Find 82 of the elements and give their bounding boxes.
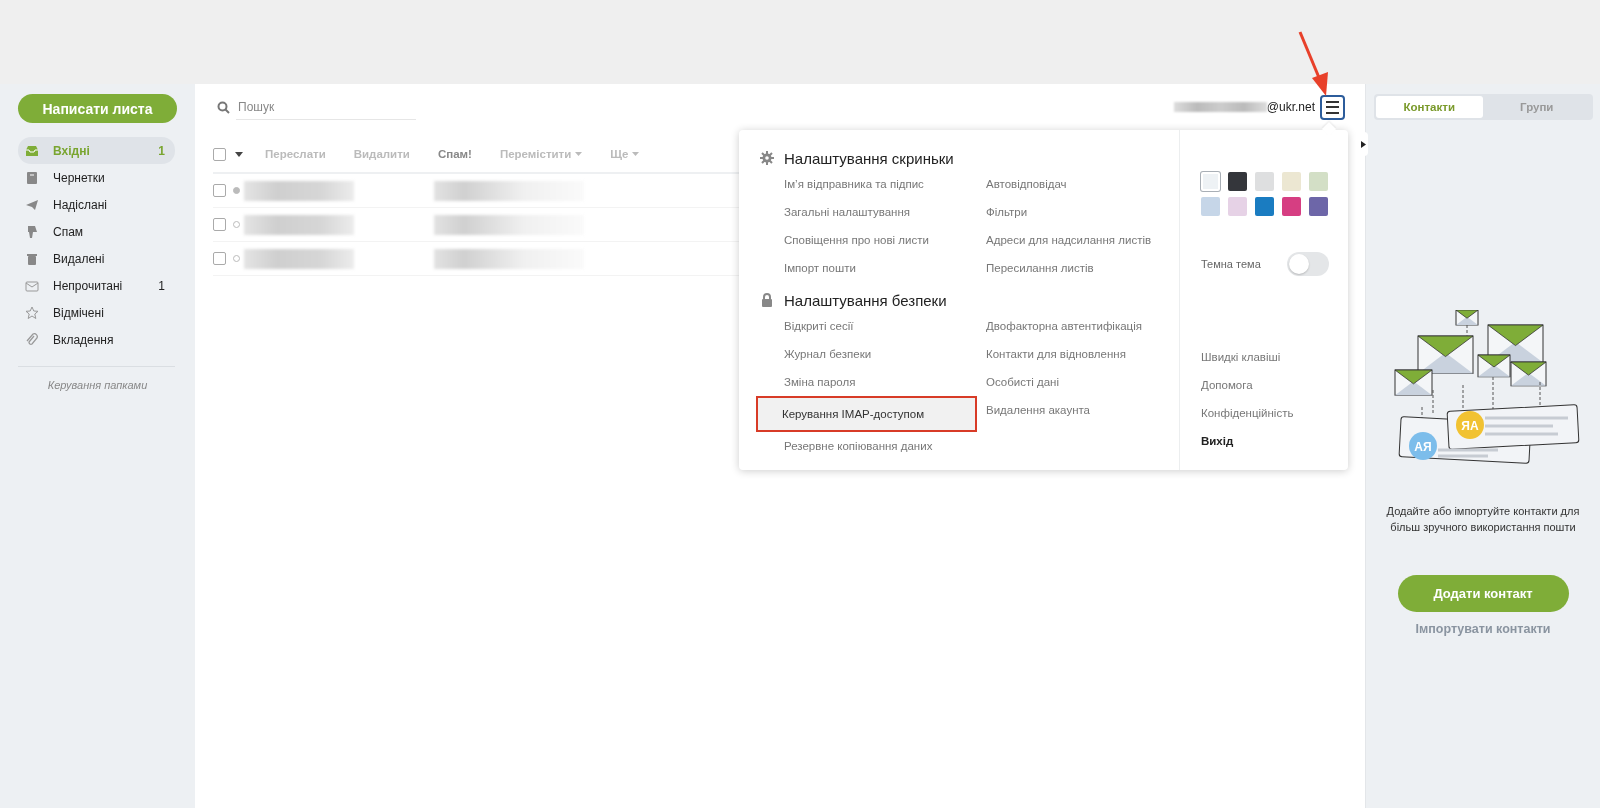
menu-link[interactable]: Конфіденційність bbox=[1201, 399, 1348, 427]
compose-button[interactable]: Написати листа bbox=[18, 94, 177, 123]
row-checkbox[interactable] bbox=[213, 218, 226, 231]
folder-item[interactable]: Відмічені bbox=[18, 299, 175, 326]
theme-swatch[interactable] bbox=[1255, 172, 1274, 191]
thumbs-down-icon bbox=[25, 224, 39, 239]
folder-label: Спам bbox=[53, 224, 85, 239]
folder-label: Вкладення bbox=[53, 332, 115, 347]
section-title: Налаштування безпеки bbox=[784, 291, 947, 309]
menu-item[interactable]: Ім’я відправника та підпис bbox=[745, 170, 947, 198]
folder-item[interactable]: Видалені bbox=[18, 245, 175, 272]
email-address: @ukr.net bbox=[1266, 100, 1315, 114]
folder-label: Надіслані bbox=[53, 197, 108, 212]
dark-theme-label: Темна тема bbox=[1201, 258, 1261, 270]
search-field[interactable]: Пошук bbox=[236, 94, 416, 120]
menu-item[interactable]: Двофакторна автентифікація bbox=[947, 312, 1157, 340]
theme-swatch[interactable] bbox=[1282, 197, 1301, 216]
menu-link[interactable]: Допомога bbox=[1201, 371, 1348, 399]
menu-item[interactable]: Контакти для відновлення bbox=[947, 340, 1157, 368]
paperclip-icon bbox=[25, 332, 39, 347]
trash-icon bbox=[25, 251, 39, 266]
folder-label: Чернетки bbox=[53, 170, 106, 185]
folder-item[interactable]: Вкладення bbox=[18, 326, 175, 353]
dark-theme-toggle[interactable] bbox=[1287, 252, 1329, 276]
folder-item[interactable]: Спам bbox=[18, 218, 175, 245]
theme-swatch[interactable] bbox=[1228, 197, 1247, 216]
contacts-hint: Додайте або імпортуйте контакти для більш зручного використання пошти bbox=[1385, 504, 1581, 535]
menu-item[interactable]: Особисті дані bbox=[947, 368, 1157, 396]
import-contacts-link[interactable]: Імпортувати контакти bbox=[1415, 622, 1551, 636]
menu-item[interactable]: Журнал безпеки bbox=[745, 340, 947, 368]
theme-swatch[interactable] bbox=[1309, 172, 1328, 191]
theme-swatch[interactable] bbox=[1255, 197, 1274, 216]
menu-item[interactable]: Пересилання листів bbox=[947, 254, 1157, 282]
folder-item[interactable]: Надіслані bbox=[18, 191, 175, 218]
menu-button[interactable] bbox=[1320, 94, 1345, 120]
menu-item[interactable]: Відкриті сесії bbox=[745, 312, 947, 340]
unread-count: 1 bbox=[158, 278, 165, 293]
caret-icon bbox=[235, 151, 243, 157]
envelope-icon bbox=[25, 278, 39, 293]
menu-link[interactable]: Швидкі клавіші bbox=[1201, 343, 1348, 371]
menu-item[interactable]: Автовідповідач bbox=[947, 170, 1157, 198]
avatar-initials: АЯ bbox=[1414, 440, 1432, 454]
row-checkbox[interactable] bbox=[213, 252, 226, 265]
menu-item[interactable]: Резервне копіювання даних bbox=[745, 432, 947, 460]
folder-item[interactable]: Непрочитані 1 bbox=[18, 272, 175, 299]
caret-icon bbox=[632, 152, 640, 156]
add-contact-button[interactable]: Додати контакт bbox=[1397, 575, 1569, 612]
toolbar-action[interactable]: Спам! bbox=[437, 148, 472, 160]
unread-count: 1 bbox=[158, 143, 165, 158]
row-checkbox[interactable] bbox=[213, 184, 226, 197]
paper-plane-icon bbox=[25, 197, 39, 212]
theme-swatch[interactable] bbox=[1201, 197, 1220, 216]
gear-icon bbox=[760, 151, 774, 165]
menu-item[interactable]: Керування IMAP-доступом bbox=[758, 398, 975, 430]
expand-arrow-icon bbox=[1360, 140, 1366, 148]
menu-item[interactable]: Зміна пароля bbox=[745, 368, 947, 396]
lock-icon bbox=[760, 293, 774, 307]
logout-link[interactable]: Вихід bbox=[1201, 427, 1348, 455]
section-title: Налаштування скриньки bbox=[784, 149, 954, 167]
theme-swatch[interactable] bbox=[1282, 172, 1301, 191]
folder-label: Вхідні bbox=[53, 143, 91, 158]
folder-item[interactable]: Чернетки bbox=[18, 164, 175, 191]
folder-label: Видалені bbox=[53, 251, 106, 266]
theme-swatch[interactable] bbox=[1309, 197, 1328, 216]
menu-item[interactable]: Загальні налаштування bbox=[745, 198, 947, 226]
inbox-icon bbox=[25, 143, 39, 158]
avatar-initials: ЯА bbox=[1461, 419, 1479, 433]
star-icon bbox=[25, 305, 39, 320]
note-icon bbox=[25, 170, 39, 185]
manage-folders-link[interactable]: Керування папками bbox=[47, 379, 148, 391]
menu-item[interactable]: Імпорт пошти bbox=[745, 254, 947, 282]
contacts-tab[interactable]: Контакти bbox=[1375, 96, 1483, 118]
caret-icon bbox=[575, 152, 583, 156]
folder-label: Непрочитані bbox=[53, 278, 124, 293]
folder-label: Відмічені bbox=[53, 305, 105, 320]
search-icon bbox=[217, 100, 230, 114]
menu-item[interactable]: Адреси для надсилання листів bbox=[947, 226, 1157, 254]
theme-swatch[interactable] bbox=[1228, 172, 1247, 191]
theme-swatch[interactable] bbox=[1201, 172, 1220, 191]
select-all-checkbox[interactable] bbox=[213, 147, 226, 161]
menu-item[interactable]: Сповіщення про нові листи bbox=[745, 226, 947, 254]
menu-item[interactable]: Фільтри bbox=[947, 198, 1157, 226]
